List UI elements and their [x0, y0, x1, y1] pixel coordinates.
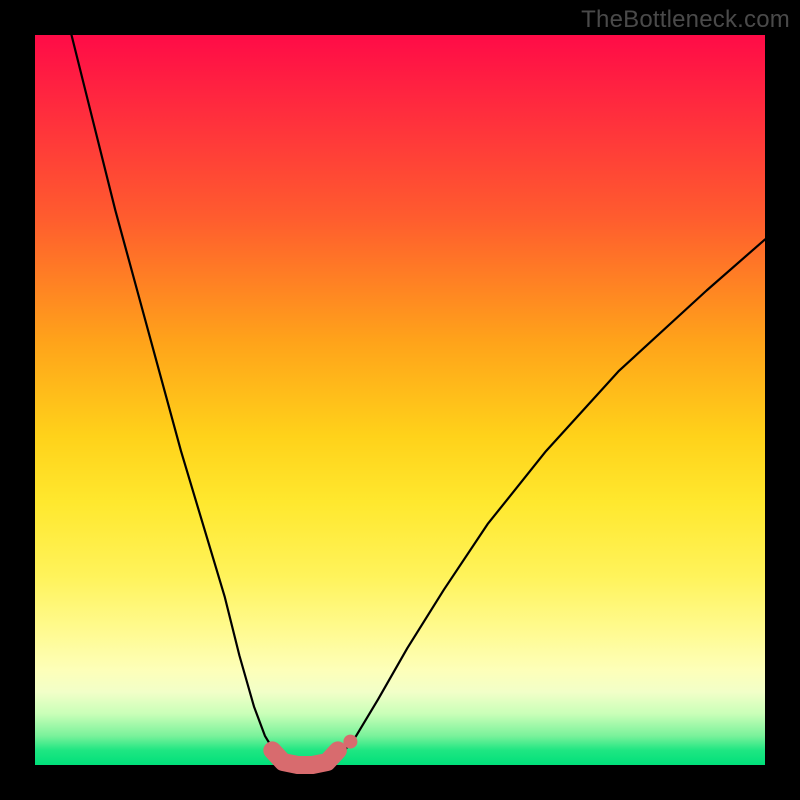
chart-svg — [35, 35, 765, 765]
curve-right — [298, 239, 765, 765]
curve-left — [72, 35, 298, 765]
watermark-text: TheBottleneck.com — [581, 6, 790, 34]
sweet-spot-marker — [272, 750, 338, 765]
chart-frame: TheBottleneck.com — [0, 0, 800, 800]
sweet-spot-extra-dot — [343, 735, 357, 749]
